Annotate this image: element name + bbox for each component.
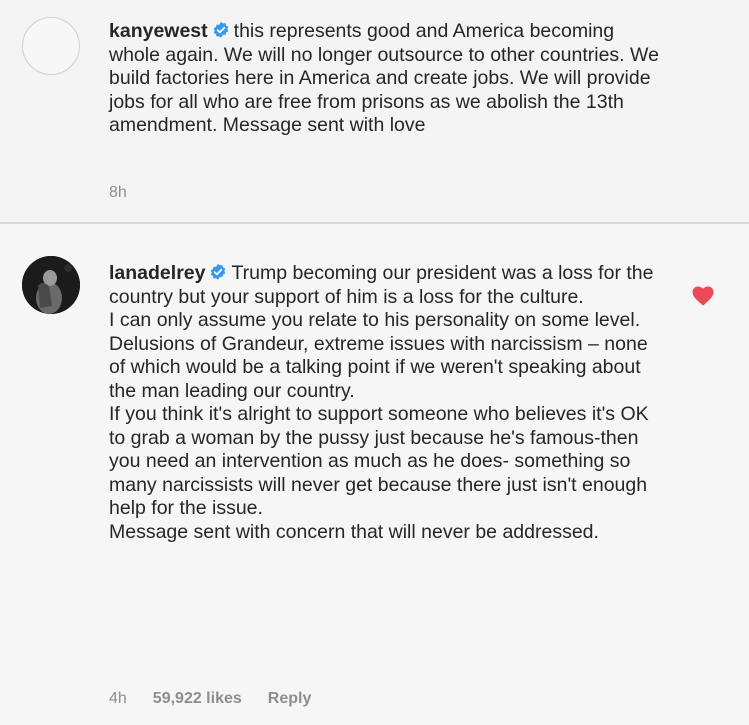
reply-button[interactable]: Reply [268,690,312,707]
verified-badge-icon [211,263,226,280]
comment-paragraph: Message sent with concern that will neve… [109,520,599,543]
comment-kanyewest: kanyewest this represents good and Americ… [0,0,749,222]
comment-meta: 4h 59,922 likes Reply [109,690,337,708]
comment-body: kanyewest this represents good and Americ… [109,20,669,138]
heart-icon[interactable] [691,284,715,306]
username[interactable]: kanyewest [109,20,208,42]
likes-count[interactable]: 59,922 likes [153,690,242,707]
avatar[interactable] [22,17,80,75]
avatar-photo [22,256,80,314]
avatar[interactable] [22,256,80,314]
username[interactable]: lanadelrey [109,262,205,284]
comment-paragraph: If you think it's alright to support som… [109,403,649,519]
timestamp[interactable]: 8h [109,184,127,201]
timestamp[interactable]: 4h [109,690,127,707]
comment-paragraph: I can only assume you relate to his pers… [109,309,648,402]
comment-lanadelrey: lanadelrey Trump becoming our president w… [0,222,749,725]
comment-body: lanadelrey Trump becoming our president w… [109,262,654,544]
verified-badge-icon [213,21,228,38]
comment-meta: 8h [109,184,153,202]
